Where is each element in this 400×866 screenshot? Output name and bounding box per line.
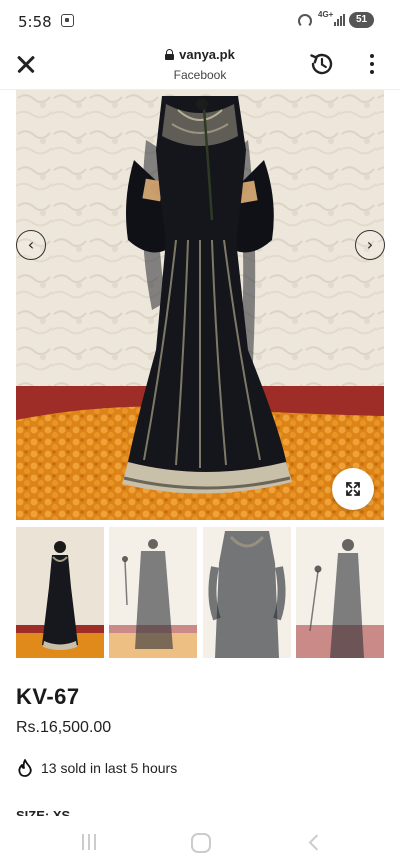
system-navigation-bar bbox=[0, 822, 400, 866]
sold-text: 13 sold in last 5 hours bbox=[41, 760, 178, 776]
url-source: Facebook bbox=[173, 68, 227, 82]
status-bar: 5:58 4G+ 51 bbox=[0, 0, 400, 44]
chevron-left-icon[interactable]: ‹ bbox=[16, 230, 46, 260]
product-title: KV-67 bbox=[16, 684, 80, 709]
battery-indicator: 51 bbox=[349, 12, 374, 28]
thumbnail-strip bbox=[16, 527, 384, 658]
thumbnail-4[interactable] bbox=[296, 527, 384, 658]
thumbnail-1[interactable] bbox=[16, 527, 104, 658]
product-main-image[interactable] bbox=[16, 90, 384, 520]
network-type-label: 4G+ bbox=[318, 10, 334, 19]
browser-toolbar: vanya.pk Facebook bbox=[0, 44, 400, 90]
back-icon[interactable] bbox=[306, 834, 320, 850]
thumbnail-3[interactable] bbox=[203, 527, 291, 658]
recents-icon[interactable] bbox=[80, 834, 98, 850]
expand-icon[interactable] bbox=[332, 468, 374, 510]
thumbnail-2[interactable] bbox=[109, 527, 197, 658]
chevron-right-icon[interactable]: › bbox=[355, 230, 385, 260]
url-display[interactable]: vanya.pk Facebook bbox=[120, 47, 280, 82]
sold-indicator: 13 sold in last 5 hours bbox=[18, 759, 177, 777]
screen-record-icon bbox=[61, 14, 74, 27]
url-domain: vanya.pk bbox=[179, 47, 235, 62]
signal-icon bbox=[334, 14, 346, 26]
hotspot-icon bbox=[298, 14, 312, 28]
more-options-icon[interactable] bbox=[364, 52, 380, 78]
history-icon[interactable] bbox=[308, 50, 336, 78]
home-icon[interactable] bbox=[191, 833, 211, 853]
size-label: SIZE: XS bbox=[16, 808, 71, 816]
close-icon[interactable] bbox=[14, 52, 40, 78]
status-time: 5:58 bbox=[18, 13, 52, 31]
lock-icon bbox=[165, 49, 175, 60]
product-price: Rs.16,500.00 bbox=[16, 719, 112, 736]
flame-icon bbox=[18, 759, 32, 777]
